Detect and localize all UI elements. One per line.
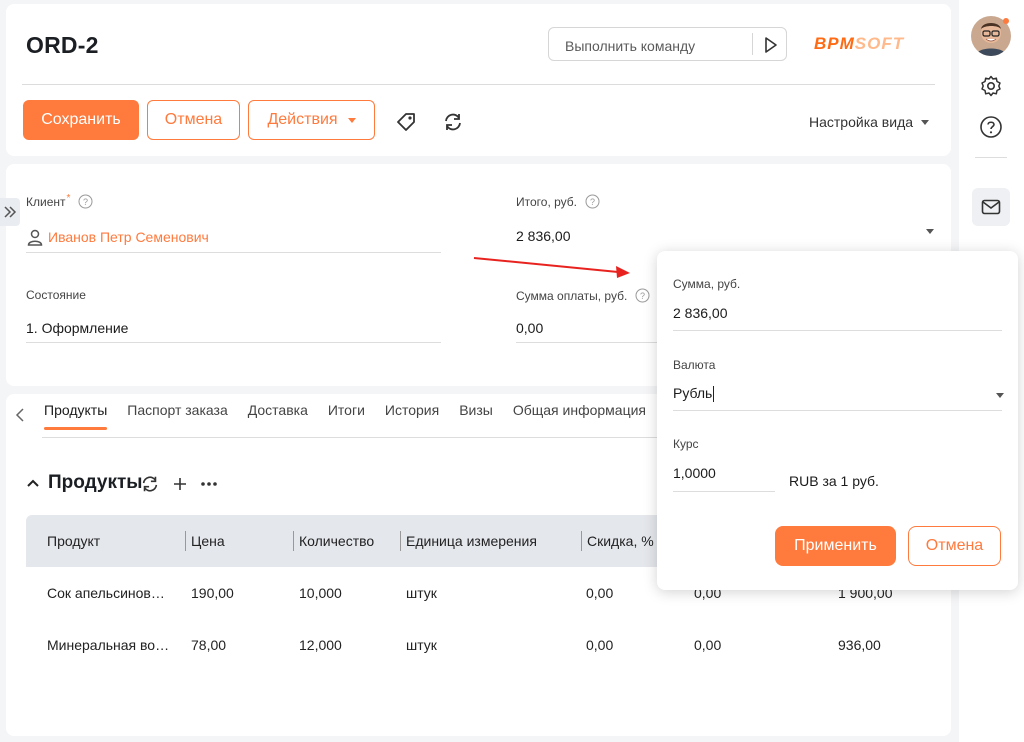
payment-field[interactable]: 0,00 [516, 320, 543, 336]
tab-order-passport[interactable]: Паспорт заказа [127, 402, 227, 430]
payment-label: Сумма оплаты, руб. ? [516, 288, 650, 303]
state-field[interactable]: 1. Оформление [26, 320, 128, 336]
cell-total: 936,00 [838, 637, 881, 653]
amount-field[interactable]: 2 836,00 [673, 305, 728, 321]
record-header: ORD-2 Выполнить команду BPMSOFT Сохранит… [6, 4, 951, 156]
cell-product: Минеральная во… [47, 637, 170, 653]
currency-underline [673, 410, 1002, 411]
client-label: Клиент * ? [26, 193, 93, 209]
svg-text:?: ? [83, 197, 88, 207]
table-row[interactable]: Минеральная во… 78,00 12,000 штук 0,00 0… [26, 619, 942, 671]
cell-unit: штук [406, 585, 437, 601]
total-field[interactable]: 2 836,00 [516, 228, 571, 244]
mail-icon [981, 199, 1001, 215]
notification-dot [1003, 18, 1009, 24]
tab-bar: Продукты Паспорт заказа Доставка Итоги И… [44, 402, 666, 430]
cancel-button[interactable]: Отмена [147, 100, 240, 140]
command-line[interactable]: Выполнить команду [548, 27, 787, 61]
tab-history[interactable]: История [385, 402, 439, 430]
cell-quantity: 10,000 [299, 585, 342, 601]
tab-delivery[interactable]: Доставка [248, 402, 308, 430]
tab-totals[interactable]: Итоги [328, 402, 365, 430]
play-icon[interactable] [760, 35, 780, 55]
tab-visas[interactable]: Визы [459, 402, 493, 430]
cell-quantity: 12,000 [299, 637, 342, 653]
apply-button[interactable]: Применить [775, 526, 896, 566]
amount-label: Сумма, руб. [673, 277, 741, 291]
question-icon[interactable]: ? [635, 288, 650, 303]
annotation-arrow [473, 257, 630, 278]
tab-general-info[interactable]: Общая информация [513, 402, 646, 430]
rail-divider [975, 157, 1007, 158]
column-divider[interactable] [581, 531, 582, 551]
cell-product: Сок апельсинов… [47, 585, 165, 601]
gear-icon[interactable] [979, 74, 1003, 98]
amount-underline [673, 330, 1002, 331]
refresh-icon[interactable] [442, 111, 464, 133]
page-title: ORD-2 [26, 32, 99, 58]
expand-panel-button[interactable] [0, 198, 20, 226]
actions-button[interactable]: Действия [248, 100, 375, 140]
command-divider [752, 33, 753, 55]
command-input[interactable]: Выполнить команду [565, 38, 695, 54]
products-detail-header[interactable]: Продукты [26, 472, 143, 494]
plus-icon[interactable] [172, 476, 188, 492]
column-divider[interactable] [185, 531, 186, 551]
svg-text:?: ? [640, 291, 645, 301]
help-icon[interactable] [979, 115, 1003, 139]
rate-field[interactable]: 1,0000 [673, 465, 716, 481]
rate-label: Курс [673, 437, 699, 451]
popup-cancel-button[interactable]: Отмена [908, 526, 1001, 566]
currency-select[interactable]: Рубль [673, 385, 715, 403]
total-label: Итого, руб. ? [516, 194, 600, 209]
cell-price: 78,00 [191, 637, 227, 653]
column-header-quantity[interactable]: Количество [299, 533, 374, 549]
user-icon [26, 228, 44, 246]
chevron-down-icon[interactable] [996, 393, 1004, 398]
text-cursor [713, 386, 715, 403]
mail-button[interactable] [972, 188, 1010, 226]
cell-discount: 0,00 [586, 637, 614, 653]
cell-unit: штук [406, 637, 437, 653]
client-field[interactable]: Иванов Петр Семенович [26, 228, 209, 246]
column-header-unit[interactable]: Единица измерения [406, 533, 537, 549]
state-underline [26, 342, 441, 343]
chevron-down-icon [921, 119, 930, 125]
payment-underline [516, 342, 666, 343]
cell-price: 190,00 [191, 585, 234, 601]
header-divider [22, 84, 935, 85]
chevron-left-icon[interactable] [15, 408, 25, 422]
products-title: Продукты [48, 472, 143, 493]
state-label: Состояние [26, 288, 86, 302]
cell-extra: 0,00 [694, 637, 722, 653]
chevron-down-icon[interactable] [926, 229, 934, 234]
brand-logo: BPMSOFT [814, 34, 905, 53]
tab-products[interactable]: Продукты [44, 402, 108, 430]
column-header-discount[interactable]: Скидка, % [587, 533, 654, 549]
currency-popup: Сумма, руб. 2 836,00 Валюта Рубль Курс 1… [657, 251, 1018, 590]
client-link[interactable]: Иванов Петр Семенович [48, 229, 209, 245]
client-underline [26, 252, 441, 253]
chevron-up-icon[interactable] [26, 478, 40, 488]
rate-underline [673, 491, 775, 492]
question-icon[interactable]: ? [78, 194, 93, 209]
rate-hint: RUB за 1 руб. [789, 473, 879, 489]
view-settings-button[interactable]: Настройка вида [809, 114, 930, 130]
products-toolbar [140, 474, 230, 494]
tag-icon[interactable] [395, 111, 417, 133]
svg-text:?: ? [590, 197, 595, 207]
double-chevron-right-icon [3, 205, 17, 219]
column-header-product[interactable]: Продукт [47, 533, 100, 549]
column-divider[interactable] [293, 531, 294, 551]
chevron-down-icon [347, 117, 356, 123]
cell-discount: 0,00 [586, 585, 614, 601]
column-header-price[interactable]: Цена [191, 533, 225, 549]
refresh-icon[interactable] [140, 474, 160, 494]
more-icon[interactable] [200, 481, 218, 487]
column-divider[interactable] [400, 531, 401, 551]
currency-label: Валюта [673, 358, 716, 372]
save-button[interactable]: Сохранить [23, 100, 139, 140]
question-icon[interactable]: ? [585, 194, 600, 209]
